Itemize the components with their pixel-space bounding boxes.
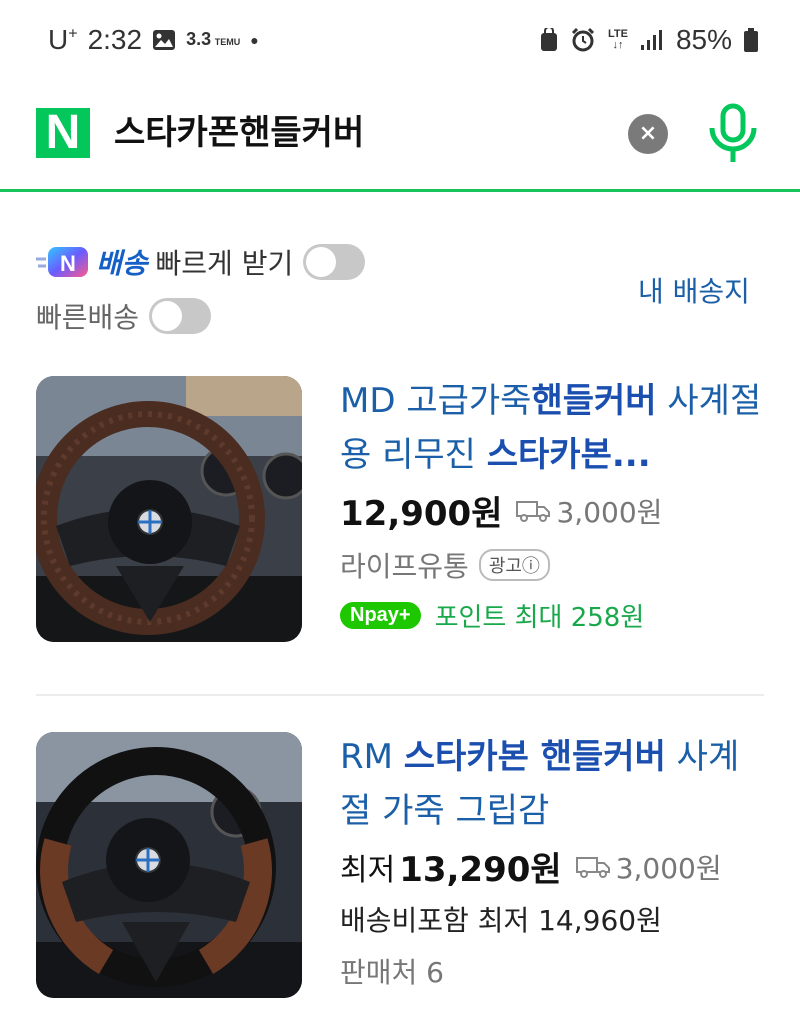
search-input[interactable]: 스타카폰핸들커버 (114, 108, 364, 158)
product-title[interactable]: RM 스타카본 핸들커버 사계절 가죽 그립감 (340, 730, 770, 838)
naver-logo[interactable]: N (36, 108, 90, 158)
price-prefix: 최저 (340, 852, 396, 888)
npay-points-row: Npay+ 포인트 최대 258원 (340, 597, 770, 634)
seller-row: 라이프유통 광고ⓘ (340, 545, 770, 585)
clock: 2:32 (87, 24, 143, 55)
fast-shipping-label: 빠른배송 (36, 301, 140, 334)
fast-shipping-toggle[interactable] (149, 298, 212, 334)
product-card[interactable]: RM 스타카본 핸들커버 사계절 가죽 그립감 최저 13,290원 3,000… (36, 732, 764, 1002)
price-including-shipping: 배송비포함 최저 14,960원 (340, 904, 662, 937)
product-title[interactable]: MD 고급가죽핸들커버 사계절용 리무진 스타카본... (340, 374, 770, 482)
delivery-label: 배송 (96, 247, 148, 280)
seller-name[interactable]: 라이프유통 (340, 545, 469, 585)
product-image[interactable] (36, 376, 302, 642)
gallery-icon (153, 30, 176, 50)
product-info: MD 고급가죽핸들커버 사계절용 리무진 스타카본... 12,900원 3,0… (340, 376, 770, 634)
close-icon: × (638, 121, 658, 146)
shopping-bag-icon (540, 28, 557, 51)
notification-dot-icon: ● (250, 32, 259, 48)
divider (36, 694, 764, 696)
fast-receive-label: 빠르게 받기 (155, 247, 294, 280)
microphone-icon[interactable] (706, 100, 760, 170)
product-price: 13,290원 (399, 850, 562, 890)
truck-icon (575, 856, 610, 878)
product-card[interactable]: MD 고급가죽핸들커버 사계절용 리무진 스타카본... 12,900원 3,0… (36, 376, 764, 656)
delivery-truck-badge-icon: N (36, 247, 88, 277)
signal-icon (640, 30, 662, 50)
product-info: RM 스타카본 핸들커버 사계절 가죽 그립감 최저 13,290원 3,000… (340, 732, 770, 991)
price-row: 12,900원 3,000원 (340, 486, 770, 535)
shipping-fee: 3,000원 (615, 851, 722, 885)
seller-count[interactable]: 판매처 6 (340, 951, 770, 991)
truck-icon (516, 500, 551, 522)
npay-badge: Npay+ (340, 602, 421, 629)
fast-delivery-filter: N 배송 빠르게 받기 (36, 242, 366, 282)
lte-indicator: LTE ↓↑ (607, 28, 628, 51)
search-header: N 스타카폰핸들커버 × (0, 86, 800, 192)
svg-text:N: N (60, 251, 76, 276)
battery-icon (744, 28, 758, 52)
carrier-label: U+ (48, 24, 78, 55)
my-address-link[interactable]: 내 배송지 (638, 270, 750, 310)
points-text: 포인트 최대 258원 (434, 603, 645, 633)
price-row: 최저 13,290원 3,000원 (340, 842, 770, 891)
fast-shipping-filter: 빠른배송 (36, 296, 212, 336)
temu-notification: 3.3 TEMU (186, 28, 241, 49)
status-bar: U+ 2:32 3.3 TEMU ● LTE ↓↑ 85% (0, 0, 800, 86)
battery-percent: 85% (675, 24, 732, 55)
product-price: 12,900원 (340, 494, 503, 534)
clear-search-button[interactable]: × (628, 114, 668, 154)
shipping-fee: 3,000원 (556, 495, 663, 529)
ad-badge[interactable]: 광고ⓘ (478, 549, 550, 581)
status-right: LTE ↓↑ 85% (540, 24, 758, 56)
status-left: U+ 2:32 3.3 TEMU ● (48, 24, 259, 56)
product-image[interactable] (36, 732, 302, 998)
alarm-icon (571, 27, 595, 52)
fast-receive-toggle[interactable] (303, 244, 366, 280)
